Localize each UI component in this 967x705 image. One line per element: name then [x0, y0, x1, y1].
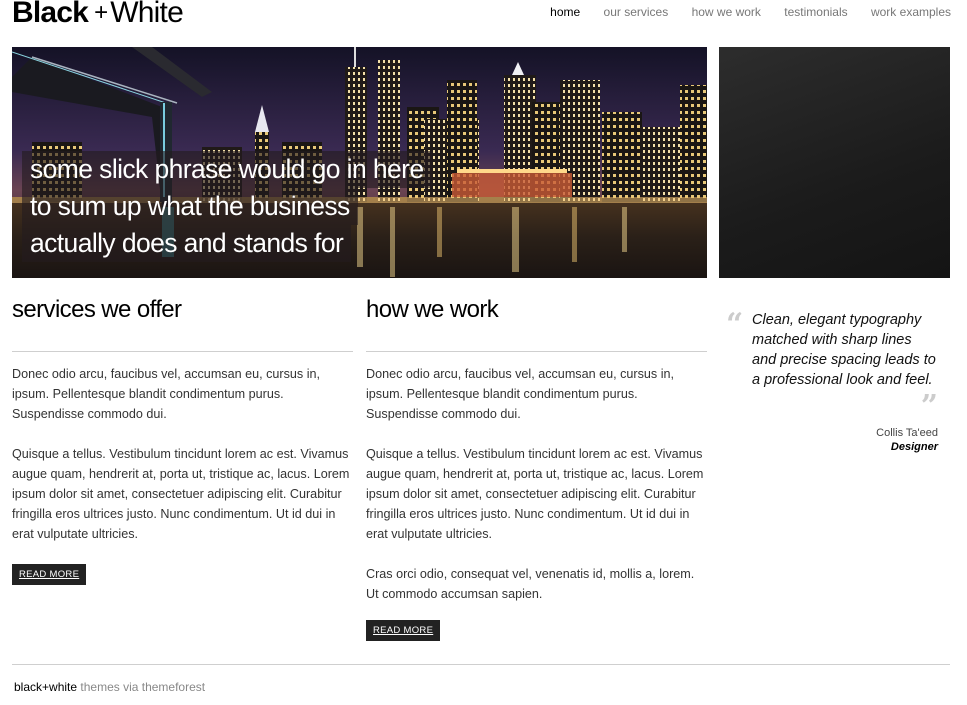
how-we-work-paragraph: Cras orci odio, consequat vel, venenatis…: [366, 567, 695, 601]
how-we-work-read-more-button[interactable]: READ MORE: [366, 620, 441, 641]
logo-black-text: Black: [12, 0, 89, 29]
nav-how-we-work[interactable]: how we work: [692, 5, 761, 19]
footer-divider: [12, 664, 950, 665]
how-we-work-paragraph: Donec odio arcu, faucibus vel, accumsan …: [366, 367, 675, 421]
site-logo[interactable]: Black + White: [12, 0, 184, 30]
services-title: services we offer: [12, 296, 353, 352]
testimonial-author: Collis Ta'eed: [876, 427, 938, 439]
services-section: services we offer Donec odio arcu, fauci…: [12, 296, 353, 585]
nav-testimonials[interactable]: testimonials: [784, 5, 847, 19]
close-quote-icon: ”: [920, 389, 938, 424]
hero-tagline-line: to sum up what the business: [22, 188, 358, 225]
logo-plus-text: +: [94, 0, 108, 26]
services-read-more-button[interactable]: READ MORE: [12, 564, 87, 585]
testimonial-quote: Clean, elegant typography matched with s…: [752, 312, 936, 388]
footer: black+white themes via themeforest: [14, 680, 205, 694]
nav-work-examples[interactable]: work examples: [871, 5, 951, 19]
services-paragraph: Donec odio arcu, faucibus vel, accumsan …: [12, 367, 321, 421]
how-we-work-section: how we work Donec odio arcu, faucibus ve…: [366, 296, 707, 641]
hero-tagline: some slick phrase would go in here to su…: [22, 151, 432, 262]
testimonial-role: Designer: [890, 441, 938, 453]
nav-home[interactable]: home: [550, 5, 580, 19]
footer-credit: themes via themeforest: [80, 680, 206, 694]
nav-our-services[interactable]: our services: [604, 5, 669, 19]
footer-brand: black+white: [14, 680, 78, 694]
how-we-work-title: how we work: [366, 296, 707, 352]
services-paragraph: Quisque a tellus. Vestibulum tincidunt l…: [12, 447, 350, 541]
open-quote-icon: “: [726, 307, 744, 342]
hero-tagline-line: some slick phrase would go in here: [22, 151, 432, 188]
how-we-work-paragraph: Quisque a tellus. Vestibulum tincidunt l…: [366, 447, 704, 541]
hero-banner: some slick phrase would go in here to su…: [12, 47, 707, 278]
logo-white-text: White: [110, 0, 183, 29]
main-nav: home our services how we work testimonia…: [530, 5, 951, 19]
side-feature-box: [719, 47, 950, 278]
hero-tagline-line: actually does and stands for: [22, 225, 352, 262]
testimonial: “ Clean, elegant typography matched with…: [726, 307, 938, 454]
testimonial-attribution: Collis Ta'eed Designer: [876, 426, 938, 454]
